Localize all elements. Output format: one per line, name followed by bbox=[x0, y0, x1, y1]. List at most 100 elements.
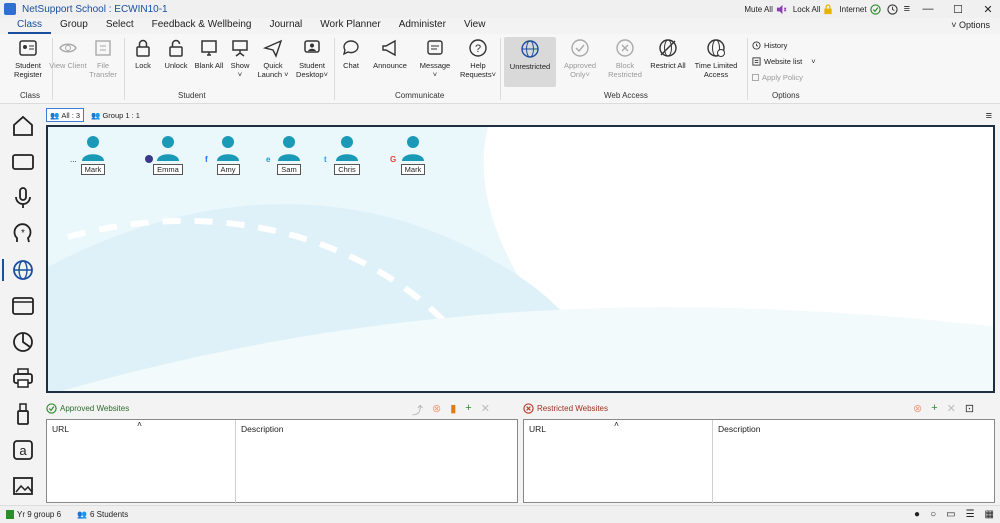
sidebar-web[interactable] bbox=[2, 255, 38, 285]
menu-feedback[interactable]: Feedback & Wellbeing bbox=[143, 18, 261, 34]
menu-lines-icon[interactable]: ≡ bbox=[904, 3, 910, 15]
url-column-header[interactable]: URL ˄ bbox=[524, 419, 713, 504]
svg-text:*: * bbox=[21, 228, 25, 239]
sidebar-media[interactable] bbox=[8, 471, 38, 501]
history-label: History bbox=[764, 41, 788, 50]
restricted-toolbar: ⊗ + ✕ ⊡ bbox=[913, 402, 974, 415]
student-count[interactable]: 6 Students bbox=[90, 510, 128, 519]
clock-icon[interactable] bbox=[886, 3, 898, 15]
approved-only-label: Approved Only bbox=[563, 61, 597, 79]
student-name: Chris bbox=[334, 164, 360, 175]
student-tile[interactable]: e Sam bbox=[264, 135, 314, 175]
left-sidebar: * a bbox=[0, 106, 46, 504]
delete-icon[interactable]: ✕ bbox=[481, 402, 490, 418]
book-icon[interactable]: ▮ bbox=[450, 402, 456, 418]
person-filled-icon[interactable]: ● bbox=[914, 509, 920, 520]
menu-class[interactable]: Class bbox=[8, 18, 52, 34]
message-button[interactable]: Message ˅ bbox=[415, 38, 455, 79]
mute-all-button[interactable]: Mute All bbox=[744, 4, 787, 15]
file-transfer-icon bbox=[95, 40, 111, 56]
remove-circle-icon[interactable]: ⊗ bbox=[913, 402, 922, 415]
tab-group-1[interactable]: 👥 Group 1 : 1 bbox=[88, 108, 143, 122]
sidebar-reports[interactable] bbox=[8, 327, 38, 357]
desktop-user-icon bbox=[304, 40, 320, 53]
view-menu-icon[interactable]: ≡ bbox=[986, 110, 992, 122]
menu-administer[interactable]: Administer bbox=[390, 18, 455, 34]
approved-only-button[interactable]: Approved Only˅ bbox=[560, 38, 600, 79]
collapse-panel-icon[interactable]: ⊡ bbox=[965, 402, 974, 415]
website-list-button[interactable]: Website list ˅ bbox=[752, 57, 816, 66]
add-icon[interactable]: + bbox=[465, 402, 471, 418]
classroom-view[interactable]: ... Mark Emma f Amy e Sam t Chris G Mark bbox=[46, 125, 995, 393]
mute-all-label: Mute All bbox=[744, 4, 773, 14]
person-outline-icon[interactable]: ○ bbox=[930, 509, 936, 520]
block-restricted-button[interactable]: Block Restricted bbox=[605, 38, 645, 79]
student-tile[interactable]: t Chris bbox=[322, 135, 372, 175]
help-requests-button[interactable]: ? Help Requests˅ bbox=[458, 38, 498, 79]
sidebar-screen[interactable] bbox=[8, 147, 38, 177]
grid-view-icon[interactable]: ▦ bbox=[985, 509, 994, 520]
list-view-icon[interactable]: ☰ bbox=[966, 509, 975, 520]
google-badge-icon: G bbox=[390, 155, 397, 164]
message-label: Message bbox=[419, 61, 451, 70]
student-tile[interactable]: f Amy bbox=[203, 135, 253, 175]
student-desktop-button[interactable]: Student Desktop˅ bbox=[292, 38, 332, 79]
view-client-button[interactable]: View Client bbox=[48, 38, 88, 70]
minimize-button[interactable]: — bbox=[916, 3, 940, 15]
remove-circle-icon[interactable]: ⊗ bbox=[432, 402, 441, 418]
window-title: NetSupport School : ECWIN10-1 bbox=[22, 3, 168, 15]
sidebar-devices[interactable] bbox=[8, 399, 38, 429]
image-icon bbox=[13, 477, 33, 495]
maximize-button[interactable]: ☐ bbox=[946, 3, 970, 16]
menu-view[interactable]: View bbox=[455, 18, 495, 34]
student-name: Mark bbox=[400, 164, 426, 175]
description-column-header[interactable]: Description bbox=[236, 420, 517, 504]
tab-all[interactable]: 👥 All : 3 bbox=[46, 108, 85, 122]
unrestricted-button[interactable]: Unrestricted bbox=[504, 37, 556, 87]
menu-journal[interactable]: Journal bbox=[260, 18, 311, 34]
time-limited-access-button[interactable]: Time Limited Access bbox=[690, 38, 742, 79]
url-column-header[interactable]: URL ˄ bbox=[47, 419, 236, 504]
edge-badge-icon: e bbox=[266, 155, 271, 164]
menu-select[interactable]: Select bbox=[97, 18, 143, 34]
view-client-label: View Client bbox=[49, 61, 87, 70]
chat-button[interactable]: Chat bbox=[331, 38, 371, 70]
quick-launch-button[interactable]: Quick Launch ˅ bbox=[253, 38, 293, 79]
menu-group[interactable]: Group bbox=[51, 18, 97, 34]
restricted-websites-table[interactable]: URL ˄ Description bbox=[523, 419, 995, 504]
restrict-all-label: Restrict All bbox=[650, 61, 686, 70]
announce-button[interactable]: Announce bbox=[370, 38, 410, 70]
student-register-button[interactable]: Student Register bbox=[8, 38, 48, 79]
title-bar: NetSupport School : ECWIN10-1 Mute All L… bbox=[0, 0, 1000, 18]
share-icon[interactable]: ⤴ bbox=[412, 402, 423, 418]
monitor-view-icon[interactable]: ▭ bbox=[946, 509, 955, 520]
student-tile[interactable]: Emma bbox=[143, 135, 193, 175]
restrict-all-button[interactable]: Restrict All bbox=[648, 38, 688, 70]
sidebar-applications[interactable] bbox=[8, 291, 38, 321]
apply-policy-button[interactable]: Apply Policy bbox=[752, 73, 803, 82]
approved-websites-table[interactable]: URL ˄ Description bbox=[46, 419, 518, 504]
options-button[interactable]: ˅ Options bbox=[951, 18, 990, 32]
student-tile[interactable]: G Mark bbox=[388, 135, 438, 175]
internet-status[interactable]: Internet bbox=[839, 3, 881, 15]
sidebar-wellbeing[interactable]: * bbox=[8, 219, 38, 249]
close-button[interactable]: ✕ bbox=[976, 3, 1000, 16]
add-icon[interactable]: + bbox=[931, 402, 937, 415]
sidebar-printing[interactable] bbox=[8, 363, 38, 393]
class-group-name[interactable]: Yr 9 group 6 bbox=[17, 510, 61, 519]
history-button[interactable]: History bbox=[752, 41, 787, 50]
approved-check-icon bbox=[571, 39, 589, 57]
sidebar-home[interactable] bbox=[8, 111, 38, 141]
facebook-badge-icon: f bbox=[205, 155, 208, 164]
sidebar-keyboard[interactable]: a bbox=[8, 435, 38, 465]
lock-all-button[interactable]: Lock All bbox=[793, 3, 834, 15]
delete-icon[interactable]: ✕ bbox=[947, 402, 956, 415]
sidebar-audio[interactable] bbox=[8, 183, 38, 213]
description-column-header[interactable]: Description bbox=[713, 420, 994, 504]
list-icon bbox=[752, 57, 761, 66]
globe-icon bbox=[13, 260, 33, 280]
menu-work-planner[interactable]: Work Planner bbox=[311, 18, 389, 34]
student-tile[interactable]: ... Mark bbox=[68, 135, 118, 175]
communicate-group-label: Communicate bbox=[395, 91, 445, 100]
file-transfer-button[interactable]: File Transfer bbox=[83, 38, 123, 79]
